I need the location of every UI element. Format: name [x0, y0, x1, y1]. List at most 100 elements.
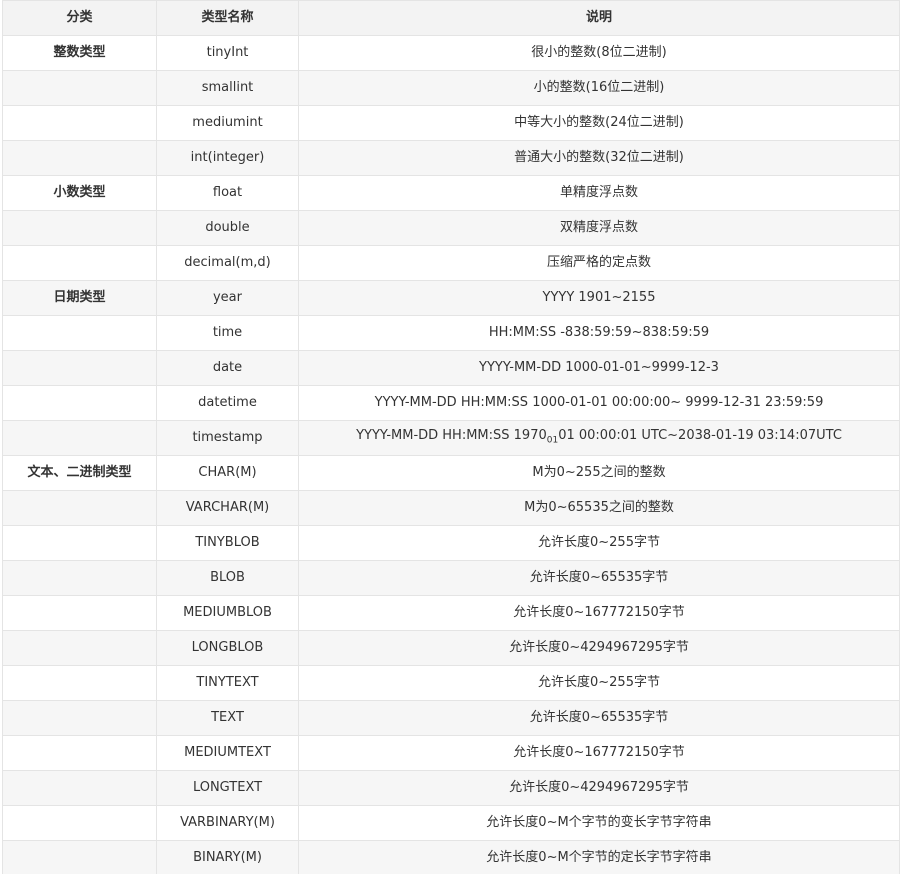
category-cell [2, 700, 157, 736]
description-cell: YYYY 1901~2155 [298, 280, 900, 316]
category-cell [2, 490, 157, 526]
table-row: double 双精度浮点数 [2, 210, 900, 246]
header-type-name: 类型名称 [156, 0, 299, 36]
table-row: mediumint 中等大小的整数(24位二进制) [2, 105, 900, 141]
table-row: LONGBLOB 允许长度0~4294967295字节 [2, 630, 900, 666]
description-cell: M为0~255之间的整数 [298, 455, 900, 491]
table-row: TINYBLOB 允许长度0~255字节 [2, 525, 900, 561]
table-row: date YYYY-MM-DD 1000-01-01~9999-12-3 [2, 350, 900, 386]
category-cell [2, 595, 157, 631]
category-cell [2, 735, 157, 771]
description-cell: 允许长度0~M个字节的定长字节字符串 [298, 840, 900, 876]
table-row: VARBINARY(M) 允许长度0~M个字节的变长字节字符串 [2, 805, 900, 841]
description-cell: 中等大小的整数(24位二进制) [298, 105, 900, 141]
table-row: 日期类型 year YYYY 1901~2155 [2, 280, 900, 316]
type-name-cell: BLOB [156, 560, 299, 596]
description-cell: 允许长度0~167772150字节 [298, 735, 900, 771]
type-name-cell: MEDIUMBLOB [156, 595, 299, 631]
table-row: time HH:MM:SS -838:59:59~838:59:59 [2, 315, 900, 351]
description-cell: 允许长度0~4294967295字节 [298, 770, 900, 806]
category-cell [2, 105, 157, 141]
category-cell [2, 350, 157, 386]
type-name-cell: date [156, 350, 299, 386]
type-name-cell: double [156, 210, 299, 246]
category-cell [2, 630, 157, 666]
table-row: decimal(m,d) 压缩严格的定点数 [2, 245, 900, 281]
category-cell [2, 385, 157, 421]
table-row: TEXT 允许长度0~65535字节 [2, 700, 900, 736]
type-name-cell: LONGBLOB [156, 630, 299, 666]
description-cell: 很小的整数(8位二进制) [298, 35, 900, 71]
category-cell [2, 140, 157, 176]
category-cell: 文本、二进制类型 [2, 455, 157, 491]
description-cell: HH:MM:SS -838:59:59~838:59:59 [298, 315, 900, 351]
description-cell: M为0~65535之间的整数 [298, 490, 900, 526]
type-name-cell: VARCHAR(M) [156, 490, 299, 526]
description-cell: 普通大小的整数(32位二进制) [298, 140, 900, 176]
type-name-cell: CHAR(M) [156, 455, 299, 491]
description-cell: 允许长度0~255字节 [298, 665, 900, 701]
type-name-cell: BINARY(M) [156, 840, 299, 876]
bottom-edge [0, 874, 903, 878]
type-name-cell: time [156, 315, 299, 351]
category-cell [2, 70, 157, 106]
type-name-cell: decimal(m,d) [156, 245, 299, 281]
description-cell: 小的整数(16位二进制) [298, 70, 900, 106]
type-name-cell: datetime [156, 385, 299, 421]
type-name-cell: TINYTEXT [156, 665, 299, 701]
category-cell: 小数类型 [2, 175, 157, 211]
category-cell [2, 805, 157, 841]
table-body: 整数类型 tinyInt 很小的整数(8位二进制) smallint 小的整数(16位二… [2, 35, 900, 876]
category-cell [2, 245, 157, 281]
type-name-cell: TINYBLOB [156, 525, 299, 561]
description-cell: 允许长度0~167772150字节 [298, 595, 900, 631]
category-cell: 日期类型 [2, 280, 157, 316]
description-cell: 压缩严格的定点数 [298, 245, 900, 281]
table-row: timestamp YYYY-MM-DD HH:MM:SS 19700101 00… [2, 420, 900, 456]
type-name-cell: year [156, 280, 299, 316]
table-row: int(integer) 普通大小的整数(32位二进制) [2, 140, 900, 176]
table-row: MEDIUMBLOB 允许长度0~167772150字节 [2, 595, 900, 631]
category-cell: 整数类型 [2, 35, 157, 71]
description-text-tail: 01 00:00:01 UTC~2038-01-19 03:14:07UTC [558, 427, 842, 443]
category-cell [2, 665, 157, 701]
description-cell: 单精度浮点数 [298, 175, 900, 211]
table-row: LONGTEXT 允许长度0~4294967295字节 [2, 770, 900, 806]
description-cell: 允许长度0~255字节 [298, 525, 900, 561]
table-header-row: 分类 类型名称 说明 [2, 0, 900, 36]
data-types-table-container: 分类 类型名称 说明 整数类型 tinyInt 很小的整数(8位二进制) smalli… [2, 0, 900, 876]
type-name-cell: TEXT [156, 700, 299, 736]
type-name-cell: VARBINARY(M) [156, 805, 299, 841]
category-cell [2, 770, 157, 806]
header-description: 说明 [298, 0, 900, 36]
category-cell [2, 840, 157, 876]
description-cell: YYYY-MM-DD 1000-01-01~9999-12-3 [298, 350, 900, 386]
category-cell [2, 560, 157, 596]
table-row: VARCHAR(M) M为0~65535之间的整数 [2, 490, 900, 526]
type-name-cell: float [156, 175, 299, 211]
category-cell [2, 210, 157, 246]
description-cell: YYYY-MM-DD HH:MM:SS 19700101 00:00:01 UT… [298, 420, 900, 456]
category-cell [2, 525, 157, 561]
category-cell [2, 420, 157, 456]
category-cell [2, 315, 157, 351]
header-category: 分类 [2, 0, 157, 36]
description-subscript: 01 [546, 435, 559, 446]
type-name-cell: int(integer) [156, 140, 299, 176]
type-name-cell: smallint [156, 70, 299, 106]
table-row: 文本、二进制类型 CHAR(M) M为0~255之间的整数 [2, 455, 900, 491]
table-row: BLOB 允许长度0~65535字节 [2, 560, 900, 596]
table-row: 整数类型 tinyInt 很小的整数(8位二进制) [2, 35, 900, 71]
type-name-cell: timestamp [156, 420, 299, 456]
type-name-cell: LONGTEXT [156, 770, 299, 806]
description-text: YYYY-MM-DD HH:MM:SS 1970 [356, 427, 547, 443]
description-cell: YYYY-MM-DD HH:MM:SS 1000-01-01 00:00:00~… [298, 385, 900, 421]
description-cell: 双精度浮点数 [298, 210, 900, 246]
description-cell: 允许长度0~M个字节的变长字节字符串 [298, 805, 900, 841]
table-row: 小数类型 float 单精度浮点数 [2, 175, 900, 211]
description-cell: 允许长度0~4294967295字节 [298, 630, 900, 666]
table-row: smallint 小的整数(16位二进制) [2, 70, 900, 106]
type-name-cell: mediumint [156, 105, 299, 141]
description-cell: 允许长度0~65535字节 [298, 700, 900, 736]
table-row: MEDIUMTEXT 允许长度0~167772150字节 [2, 735, 900, 771]
